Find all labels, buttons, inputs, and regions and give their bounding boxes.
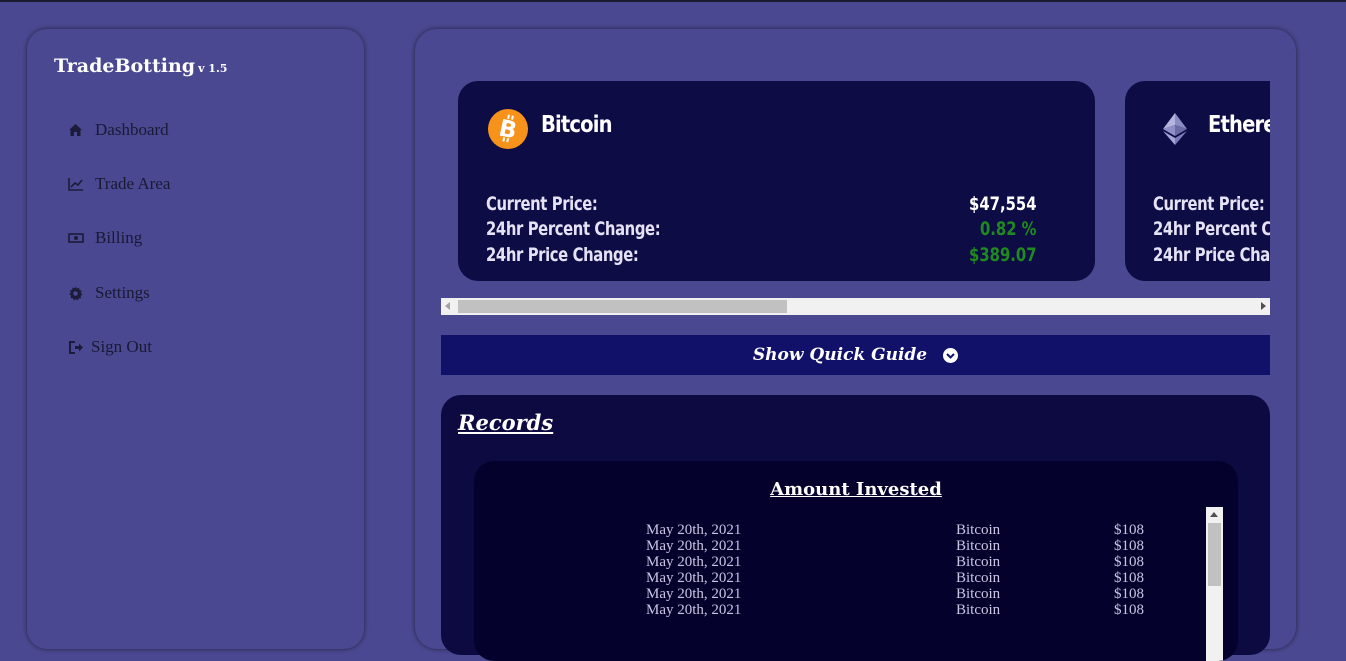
coin-label-current-price: Current Price: [486, 193, 598, 215]
records-title: Records [458, 410, 554, 435]
ethereum-icon [1153, 109, 1197, 149]
scroll-up-arrow[interactable] [1210, 512, 1218, 517]
sidebar: TradeBotting v 1.5 Dashboard Trade Area B… [27, 29, 364, 649]
home-icon [67, 122, 84, 138]
brand-name: TradeBotting [54, 55, 196, 77]
sidebar-item-label: Trade Area [95, 174, 171, 193]
sidebar-item-label: Billing [95, 228, 143, 247]
coin-label-current-price: Current Price: [1153, 193, 1265, 215]
money-bill-icon [67, 230, 84, 246]
scroll-right-arrow[interactable] [1261, 302, 1266, 310]
sign-out-icon [67, 339, 84, 355]
sidebar-item-trade-area[interactable]: Trade Area [67, 173, 170, 195]
coin-label-price-change: 24hr Price Change: [486, 244, 639, 266]
guide-label: Show Quick Guide [752, 345, 928, 365]
table-row: May 20th, 2021 Bitcoin $108 [646, 586, 1144, 602]
coin-label-percent-change: 24hr Percent Change: [1153, 218, 1270, 240]
coin-name: Ethereum [1208, 112, 1270, 138]
coin-label-price-change: 24hr Price Change: [1153, 244, 1270, 266]
table-row: May 20th, 2021 Bitcoin $108 [646, 570, 1144, 586]
chevron-down-icon [943, 347, 959, 363]
coin-value-current-price: $47,554 [969, 193, 1037, 215]
coin-value-percent-change: 0.82 % [980, 218, 1037, 240]
sidebar-item-label: Dashboard [95, 120, 169, 139]
show-quick-guide-button[interactable]: Show Quick Guide [441, 335, 1270, 375]
coin-name: Bitcoin [541, 112, 612, 138]
scroll-left-arrow[interactable] [445, 302, 450, 310]
sidebar-item-dashboard[interactable]: Dashboard [67, 119, 169, 141]
coin-card-ethereum: Ethereum Current Price: 24hr Percent Cha… [1125, 81, 1270, 281]
brand-title: TradeBotting v 1.5 [54, 55, 227, 77]
coin-label-percent-change: 24hr Percent Change: [486, 218, 661, 240]
main-panel: B Bitcoin Current Price: $47,554 24hr Pe… [415, 29, 1296, 661]
table-row: May 20th, 2021 Bitcoin $108 [646, 538, 1144, 554]
sidebar-item-settings[interactable]: Settings [67, 282, 150, 304]
sidebar-item-label: Settings [95, 283, 150, 302]
coin-carousel[interactable]: B Bitcoin Current Price: $47,554 24hr Pe… [458, 81, 1270, 282]
sidebar-item-sign-out[interactable]: Sign Out [67, 336, 152, 358]
records-scrollbar[interactable] [1206, 507, 1223, 661]
coin-value-price-change: $389.07 [969, 244, 1037, 266]
invested-list: May 20th, 2021 Bitcoin $108 May 20th, 2021… [474, 522, 1204, 618]
bitcoin-icon: B [486, 109, 530, 149]
brand-version: v 1.5 [198, 62, 228, 75]
sidebar-item-label: Sign Out [91, 337, 152, 356]
amount-invested-box: Amount Invested May 20th, 2021 Bitcoin $10… [474, 461, 1238, 661]
amount-invested-title: Amount Invested [770, 479, 942, 500]
scrollbar-thumb[interactable] [458, 300, 787, 313]
carousel-scrollbar[interactable] [441, 298, 1270, 315]
sidebar-item-billing[interactable]: Billing [67, 227, 142, 249]
table-row: May 20th, 2021 Bitcoin $108 [646, 554, 1144, 570]
coin-card-bitcoin: B Bitcoin Current Price: $47,554 24hr Pe… [458, 81, 1095, 281]
table-row: May 20th, 2021 Bitcoin $108 [646, 602, 1144, 618]
gear-icon [67, 285, 84, 301]
table-row: May 20th, 2021 Bitcoin $108 [646, 522, 1144, 538]
chart-line-icon [67, 176, 84, 192]
top-border [0, 0, 1346, 2]
scrollbar-thumb[interactable] [1208, 523, 1221, 586]
records-panel: Records Amount Invested May 20th, 2021 Bi… [441, 395, 1270, 661]
